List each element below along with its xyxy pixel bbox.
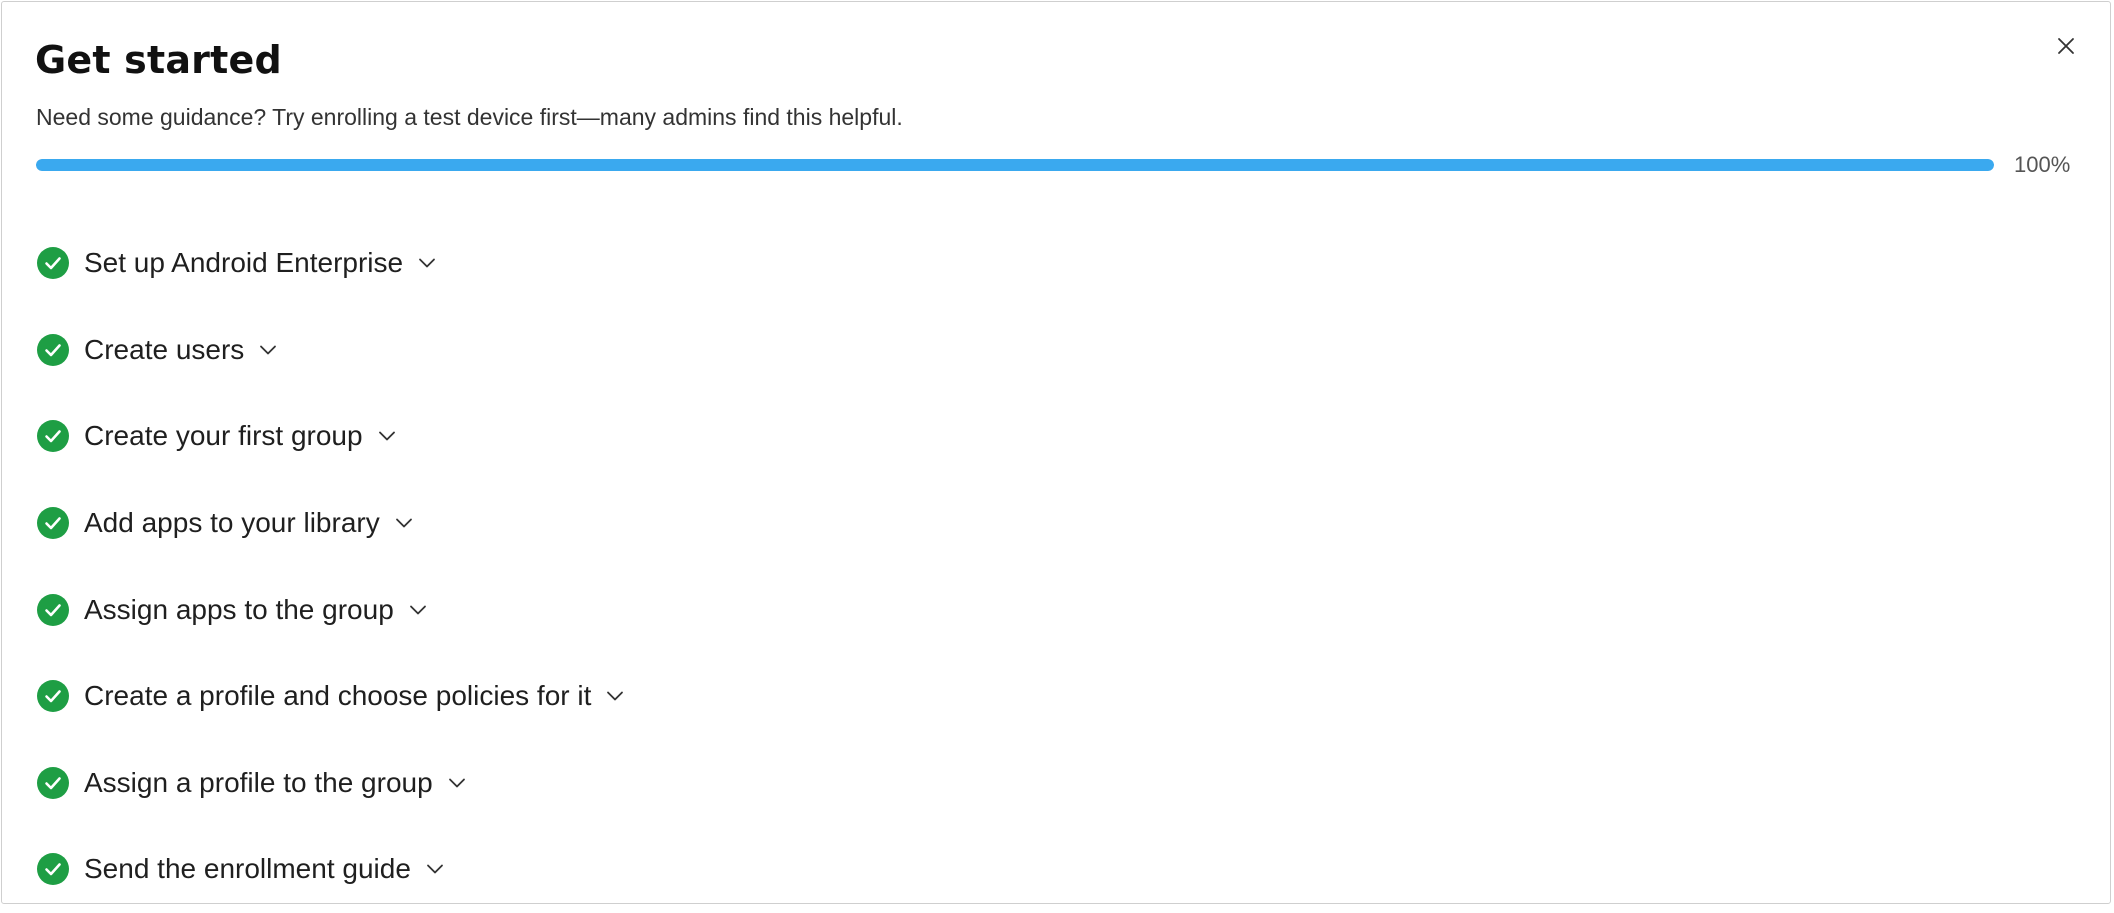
setup-step-label: Create your first group <box>84 420 363 452</box>
check-circle-icon <box>37 766 69 799</box>
progress-percentage: 100% <box>2014 152 2071 177</box>
check-circle-icon <box>37 853 69 886</box>
check-circle-icon <box>37 420 69 453</box>
get-started-dialog: Get started Need some guidance? Try enro… <box>1 1 2111 904</box>
close-button[interactable] <box>2054 34 2078 58</box>
setup-step-label: Send the enrollment guide <box>84 853 411 885</box>
chevron-down-icon[interactable] <box>377 426 397 446</box>
dialog-title: Get started <box>35 38 282 82</box>
setup-step-label: Create users <box>84 333 245 365</box>
close-icon <box>2058 38 2074 54</box>
chevron-down-icon[interactable] <box>258 340 278 360</box>
chevron-down-icon[interactable] <box>447 773 467 793</box>
chevron-down-icon[interactable] <box>417 253 437 273</box>
setup-step-item[interactable]: Create users <box>36 307 625 394</box>
setup-step-label: Add apps to your library <box>84 507 380 539</box>
setup-step-label: Assign apps to the group <box>84 593 394 625</box>
chevron-down-icon[interactable] <box>605 686 625 706</box>
check-circle-icon <box>37 680 69 713</box>
setup-step-item[interactable]: Set up Android Enterprise <box>36 220 625 307</box>
setup-step-item[interactable]: Send the enrollment guide <box>36 826 625 913</box>
setup-step-item[interactable]: Create a profile and choose policies for… <box>36 653 625 740</box>
setup-step-item[interactable]: Add apps to your library <box>36 480 625 567</box>
check-circle-icon <box>37 333 69 366</box>
setup-step-label: Set up Android Enterprise <box>84 247 404 279</box>
chevron-down-icon[interactable] <box>394 513 414 533</box>
check-circle-icon <box>37 247 69 280</box>
setup-steps-list: Set up Android Enterprise Create users Cre… <box>36 220 625 913</box>
setup-step-item[interactable]: Create your first group <box>36 393 625 480</box>
chevron-down-icon[interactable] <box>408 600 428 620</box>
check-circle-icon <box>37 507 69 540</box>
check-circle-icon <box>37 593 69 626</box>
progress-bar-fill <box>36 159 1994 171</box>
dialog-subtitle: Need some guidance? Try enrolling a test… <box>36 104 903 130</box>
setup-step-label: Create a profile and choose policies for… <box>84 680 592 712</box>
setup-step-item[interactable]: Assign apps to the group <box>36 566 625 653</box>
setup-step-label: Assign a profile to the group <box>84 766 433 798</box>
progress-bar <box>36 159 1994 171</box>
setup-step-item[interactable]: Assign a profile to the group <box>36 740 625 827</box>
chevron-down-icon[interactable] <box>425 859 445 879</box>
